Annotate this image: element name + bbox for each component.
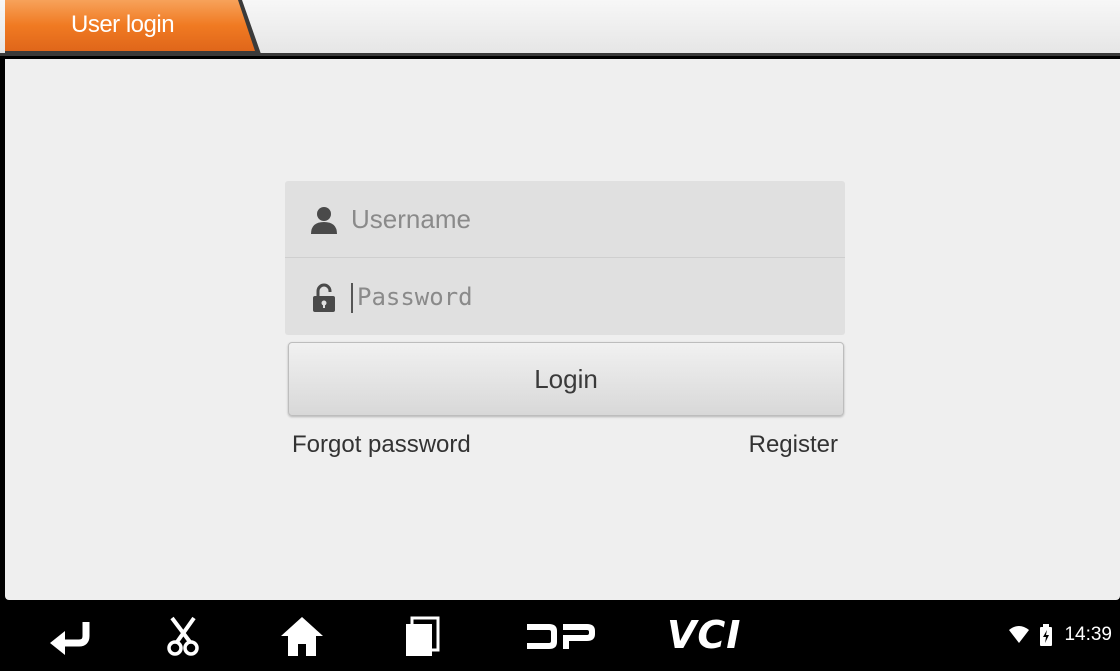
vci-button[interactable]: VCI	[667, 613, 741, 657]
device-screen: User login Logi	[0, 0, 1120, 671]
password-field[interactable]	[285, 259, 845, 335]
password-input[interactable]	[351, 277, 827, 317]
dp-logo-icon	[527, 624, 595, 649]
navigation-bar: VCI 14:39	[0, 600, 1120, 671]
screenshot-button[interactable]	[160, 612, 210, 662]
home-button[interactable]	[277, 612, 327, 662]
back-arrow-icon	[50, 622, 90, 655]
username-input[interactable]	[351, 199, 821, 239]
recent-apps-button[interactable]	[398, 612, 448, 662]
forgot-password-link[interactable]: Forgot password	[292, 431, 471, 459]
title-bar: User login	[0, 0, 1120, 56]
main-content: Login Forgot password Register	[5, 59, 1120, 600]
recent-apps-icon	[406, 616, 440, 656]
home-icon	[281, 617, 323, 656]
title-tab: User login	[5, 0, 261, 54]
wifi-icon	[1008, 626, 1029, 643]
status-bar: 14:39	[1008, 624, 1112, 654]
register-link[interactable]: Register	[749, 431, 838, 459]
login-button[interactable]: Login	[288, 342, 844, 416]
clock: 14:39	[1064, 624, 1112, 645]
battery-icon	[1040, 624, 1053, 646]
page-title: User login	[71, 11, 175, 38]
login-form	[285, 181, 845, 335]
unlock-icon	[313, 283, 335, 312]
back-button[interactable]	[46, 612, 96, 662]
username-field[interactable]	[285, 181, 845, 258]
dp-button[interactable]	[525, 612, 597, 662]
scissors-icon	[167, 616, 199, 656]
user-icon	[311, 207, 337, 234]
